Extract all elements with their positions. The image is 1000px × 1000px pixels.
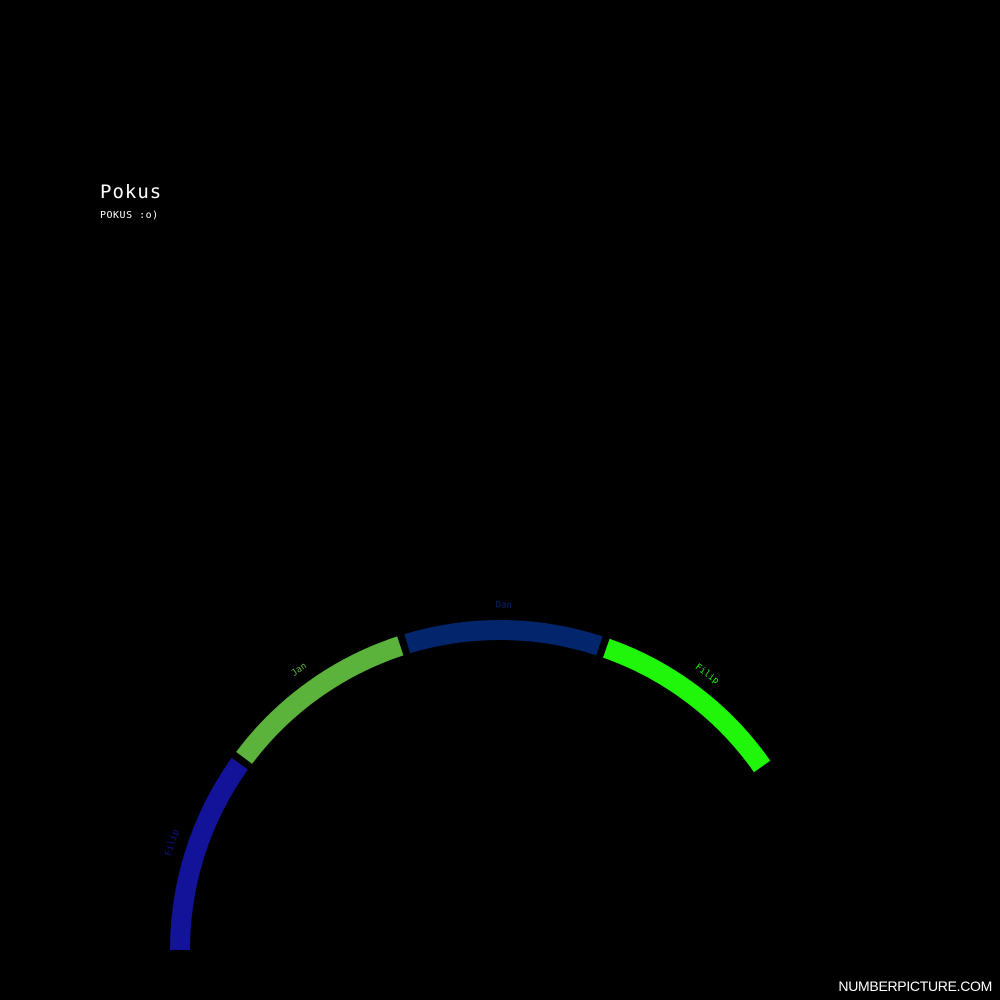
arc-label-2: Jan bbox=[290, 661, 309, 679]
watermark: NUMBERPICTURE.COM bbox=[838, 978, 992, 994]
arc-segment-2 bbox=[236, 636, 404, 764]
arc-segment-4 bbox=[602, 638, 771, 773]
arc-label-4: Filip bbox=[693, 662, 721, 686]
arc-label-3: Dan bbox=[496, 600, 512, 610]
arc-label-1: Filip bbox=[164, 828, 182, 857]
arc-segment-1 bbox=[170, 757, 248, 951]
arc-segment-3 bbox=[404, 620, 603, 656]
arc-chart: Filip Jan Dan Filip bbox=[164, 600, 771, 951]
arc-layer: Filip Jan Dan Filip bbox=[164, 600, 771, 951]
